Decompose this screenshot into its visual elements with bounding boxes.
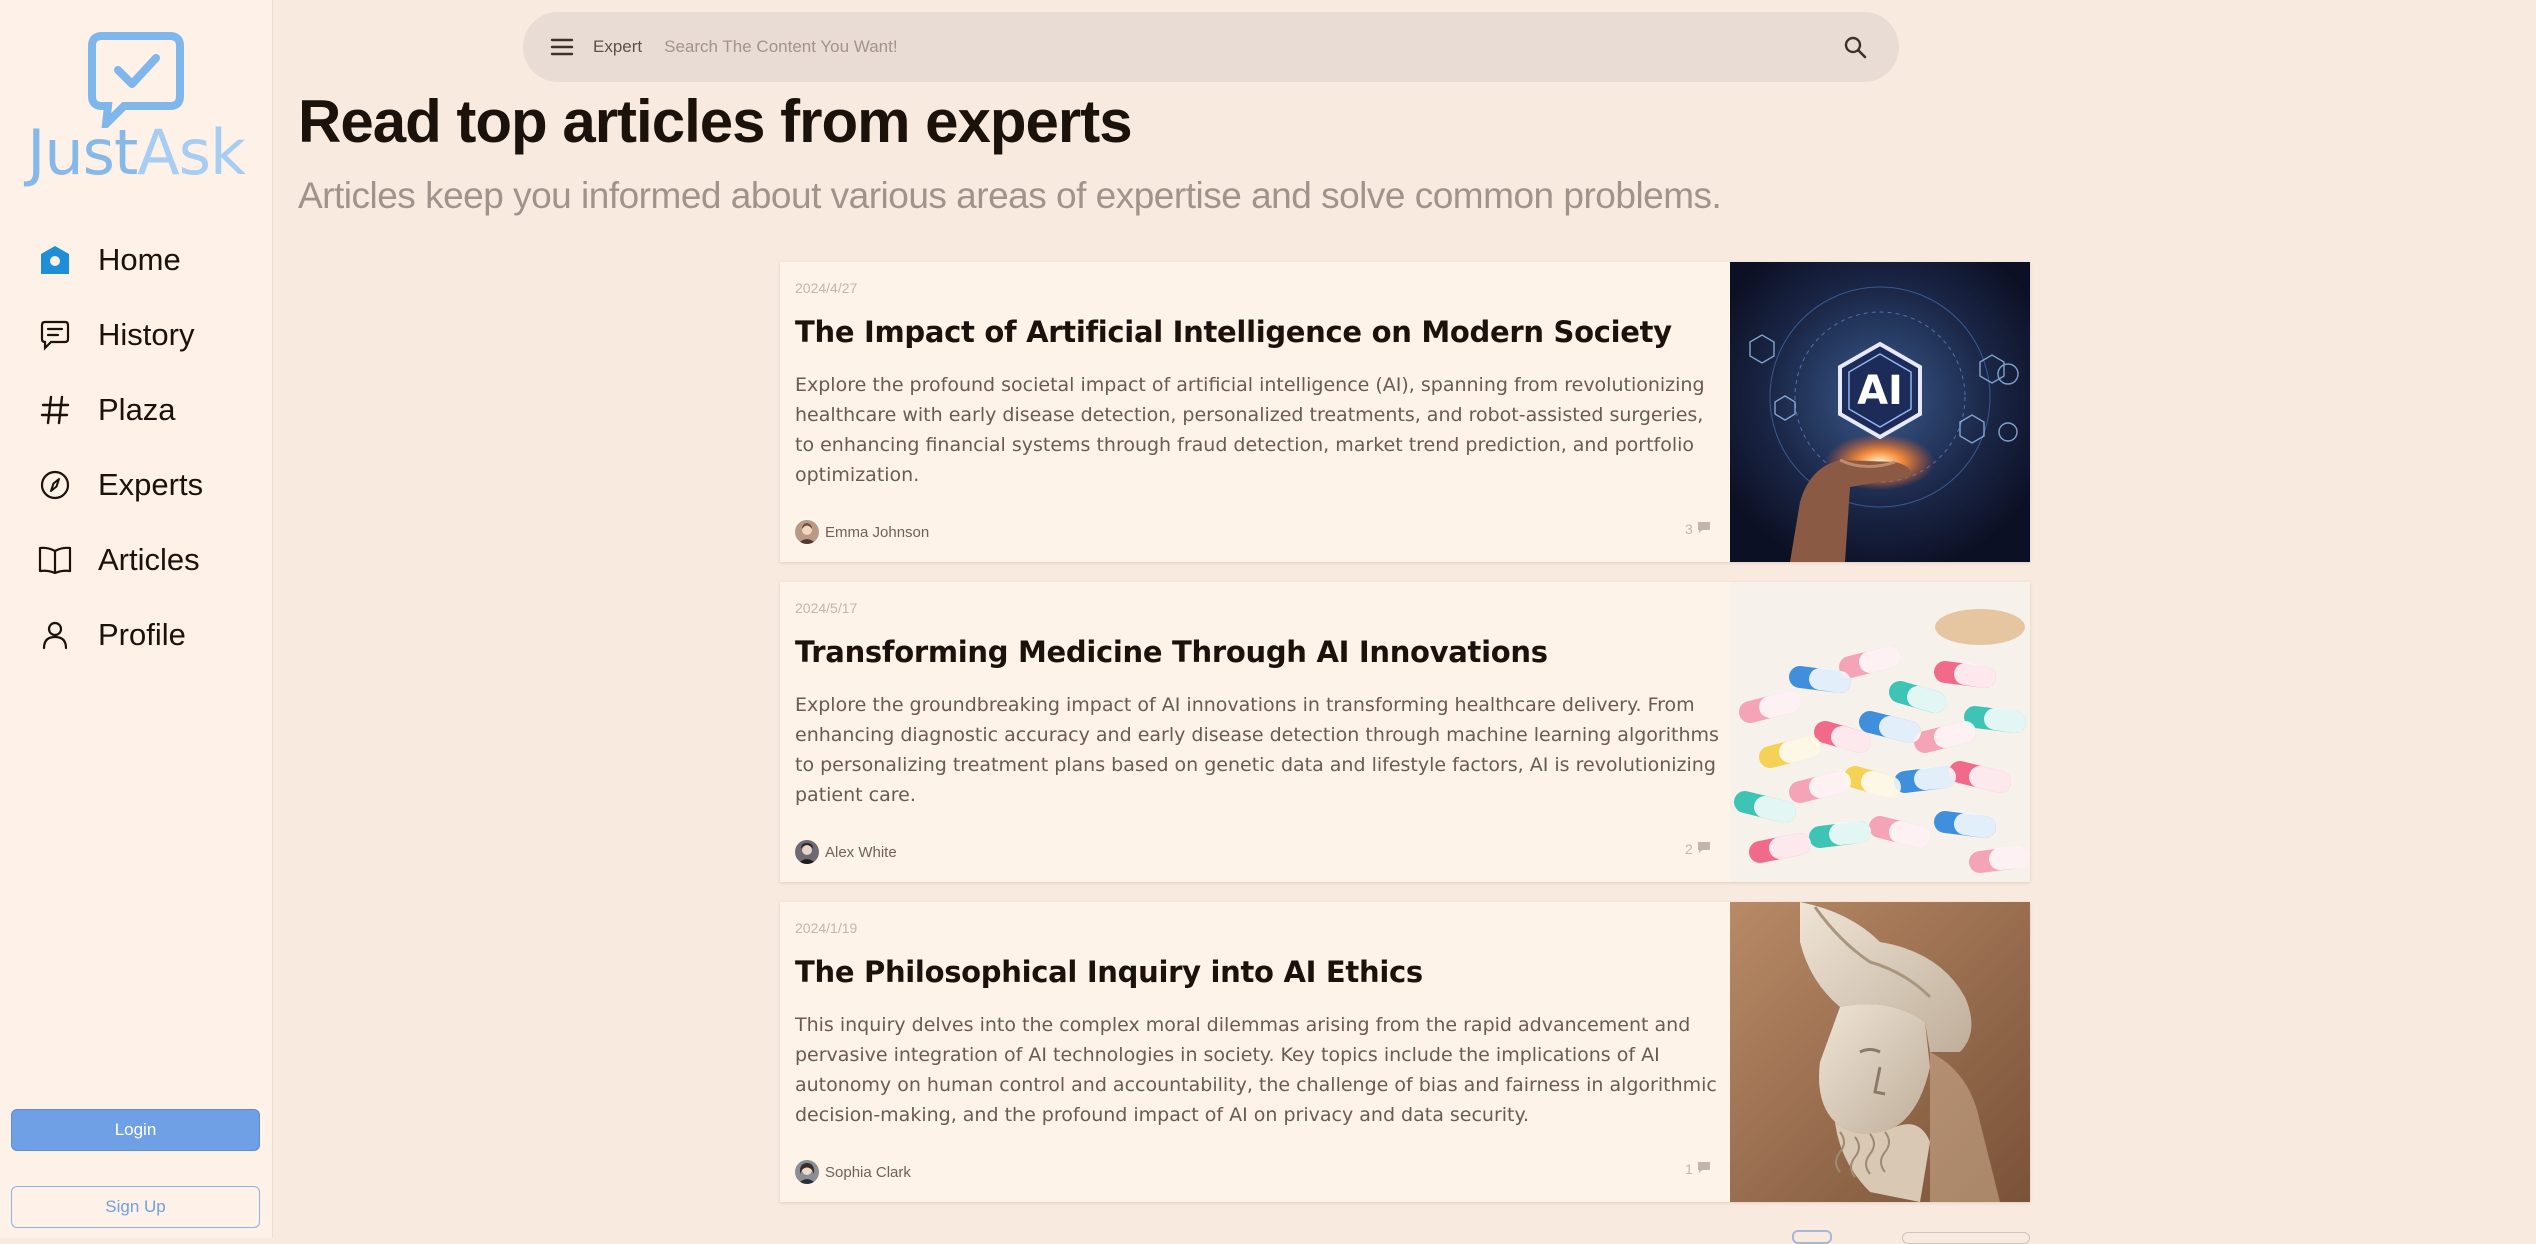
pills-image — [1730, 582, 2030, 882]
comment-counter[interactable]: 2 — [1685, 839, 1711, 858]
logo-wordmark: JustAsk — [14, 120, 258, 186]
avatar — [795, 840, 819, 864]
article-date: 2024/1/19 — [795, 920, 858, 936]
sidebar-item-home[interactable]: Home — [0, 222, 272, 297]
home-icon — [38, 243, 72, 277]
comment-icon — [1697, 839, 1711, 858]
sidebar: JustAsk Home History Plaza Experts Artic… — [0, 0, 273, 1238]
article-summary: This inquiry delves into the complex mor… — [795, 1014, 1717, 1126]
compass-icon — [38, 468, 72, 502]
sidebar-item-label: Home — [98, 241, 181, 277]
sidebar-item-label: Experts — [98, 466, 204, 502]
comment-count: 3 — [1685, 520, 1693, 537]
article-date: 2024/4/27 — [795, 280, 858, 296]
sidebar-item-history[interactable]: History — [0, 297, 272, 372]
logo-word-just: Just — [27, 116, 138, 189]
sidebar-item-articles[interactable]: Articles — [0, 522, 272, 597]
logo-check-bubble-icon — [88, 32, 184, 128]
search-scope-label[interactable]: Expert — [593, 37, 642, 57]
article-author[interactable]: Sophia Clark — [795, 1160, 911, 1184]
sidebar-item-experts[interactable]: Experts — [0, 447, 272, 522]
logo-word-ask: Ask — [137, 116, 246, 189]
article-title[interactable]: The Philosophical Inquiry into AI Ethics — [795, 952, 1423, 992]
article-title[interactable]: Transforming Medicine Through AI Innovat… — [795, 632, 1548, 672]
login-button[interactable]: Login — [11, 1109, 260, 1151]
pagination-size-select[interactable] — [1902, 1232, 2030, 1244]
article-date: 2024/5/17 — [795, 600, 858, 616]
statue-image — [1730, 902, 2030, 1202]
user-icon — [38, 618, 72, 652]
book-icon — [38, 543, 72, 577]
sidebar-item-label: History — [98, 316, 195, 352]
author-name: Sophia Clark — [825, 1163, 911, 1181]
article-card[interactable]: 2024/4/27 The Impact of Artificial Intel… — [780, 262, 2030, 562]
page-title: Read top articles from experts — [298, 88, 1133, 155]
signup-button[interactable]: Sign Up — [11, 1186, 260, 1228]
avatar — [795, 1160, 819, 1184]
author-name: Alex White — [825, 843, 897, 861]
avatar — [795, 520, 819, 544]
comment-counter[interactable]: 3 — [1685, 519, 1711, 538]
ai-image-label: AI — [1857, 368, 1903, 414]
sidebar-item-label: Articles — [98, 541, 200, 577]
chat-history-icon — [38, 318, 72, 352]
comment-count: 1 — [1685, 1160, 1693, 1177]
comment-icon — [1697, 1159, 1711, 1178]
search-input[interactable] — [662, 26, 1835, 68]
article-summary: Explore the profound societal impact of … — [795, 374, 1705, 486]
sidebar-item-profile[interactable]: Profile — [0, 597, 272, 672]
ai-hand-image: AI — [1730, 262, 2030, 562]
comment-counter[interactable]: 1 — [1685, 1159, 1711, 1178]
author-name: Emma Johnson — [825, 523, 930, 541]
search-icon[interactable] — [1835, 27, 1875, 67]
article-author[interactable]: Alex White — [795, 840, 897, 864]
article-summary: Explore the groundbreaking impact of AI … — [795, 694, 1719, 806]
sidebar-item-label: Profile — [98, 616, 186, 652]
sidebar-item-plaza[interactable]: Plaza — [0, 372, 272, 447]
article-author[interactable]: Emma Johnson — [795, 520, 929, 544]
sidebar-item-label: Plaza — [98, 391, 176, 427]
page-subtitle: Articles keep you informed about various… — [298, 175, 1722, 216]
hash-icon — [38, 393, 72, 427]
search-bar: Expert — [523, 12, 1899, 82]
comment-icon — [1697, 519, 1711, 538]
comment-count: 2 — [1685, 840, 1693, 857]
article-card[interactable]: 2024/5/17 Transforming Medicine Through … — [780, 582, 2030, 882]
article-list: 2024/4/27 The Impact of Artificial Intel… — [780, 262, 2030, 1222]
logo[interactable]: JustAsk — [14, 28, 258, 188]
article-title[interactable]: The Impact of Artificial Intelligence on… — [795, 312, 1672, 352]
pagination-current[interactable] — [1792, 1230, 1832, 1244]
menu-icon[interactable] — [547, 32, 577, 62]
sidebar-nav: Home History Plaza Experts Articles Prof… — [0, 222, 272, 672]
article-card[interactable]: 2024/1/19 The Philosophical Inquiry into… — [780, 902, 2030, 1202]
